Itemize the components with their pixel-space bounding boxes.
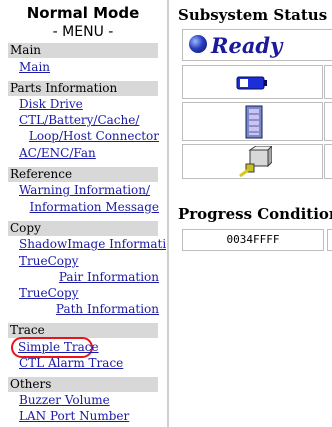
status-cell-right-2 [324, 102, 332, 141]
link-shadowimage-information[interactable]: ShadowImage Information [19, 237, 166, 252]
progress-value: 0034FFFF [182, 229, 324, 251]
progress-cell-right [327, 229, 332, 251]
battery-cell[interactable] [182, 65, 323, 99]
section-others: Others [8, 377, 158, 392]
ready-status-text: Ready [211, 33, 283, 58]
link-lan-port-number[interactable]: LAN Port Number [19, 409, 129, 424]
section-trace: Trace [8, 323, 158, 338]
link-ctl-battery-cache[interactable]: CTL/Battery/Cache/ [19, 113, 139, 128]
progress-condition-title: Progress Condition [178, 205, 332, 223]
link-information-message[interactable]: Information Message [30, 200, 159, 215]
section-reference: Reference [8, 167, 158, 182]
status-cell-right-1 [324, 65, 332, 99]
host-connector-cell[interactable] [182, 144, 323, 179]
link-simple-trace[interactable]: Simple Trace [18, 340, 99, 355]
link-warning-information[interactable]: Warning Information/ [19, 183, 150, 198]
link-main[interactable]: Main [19, 60, 50, 75]
link-ctl-alarm-trace[interactable]: CTL Alarm Trace [19, 356, 123, 371]
section-copy: Copy [8, 221, 158, 236]
ready-status-box: Ready [182, 29, 332, 61]
disk-drive-icon [245, 105, 263, 139]
sidebar-menu: Normal Mode - MENU - Main Main Parts Inf… [0, 0, 166, 427]
status-ball-icon [189, 35, 207, 53]
link-disk-drive[interactable]: Disk Drive [19, 97, 83, 112]
status-cell-right-3 [324, 144, 332, 179]
host-connector-icon [239, 146, 272, 178]
link-path-information[interactable]: Path Information [56, 302, 159, 317]
link-pair-information[interactable]: Pair Information [59, 270, 159, 285]
battery-icon [236, 76, 267, 90]
menu-subtitle: - MENU - [52, 24, 114, 40]
section-parts-information: Parts Information [8, 81, 158, 96]
section-main: Main [8, 43, 158, 58]
disk-drive-cell[interactable] [182, 102, 323, 141]
subsystem-status-title: Subsystem Status [178, 6, 328, 24]
mode-title: Normal Mode [26, 4, 140, 22]
link-buzzer-volume[interactable]: Buzzer Volume [19, 393, 110, 408]
link-truecopy-path[interactable]: TrueCopy [19, 286, 78, 301]
main-panel: Subsystem Status Ready Progress Conditio… [169, 0, 332, 427]
link-loop-host-connector[interactable]: Loop/Host Connector [29, 129, 159, 144]
link-truecopy-pair[interactable]: TrueCopy [19, 254, 78, 269]
link-ac-enc-fan[interactable]: AC/ENC/Fan [19, 146, 96, 161]
